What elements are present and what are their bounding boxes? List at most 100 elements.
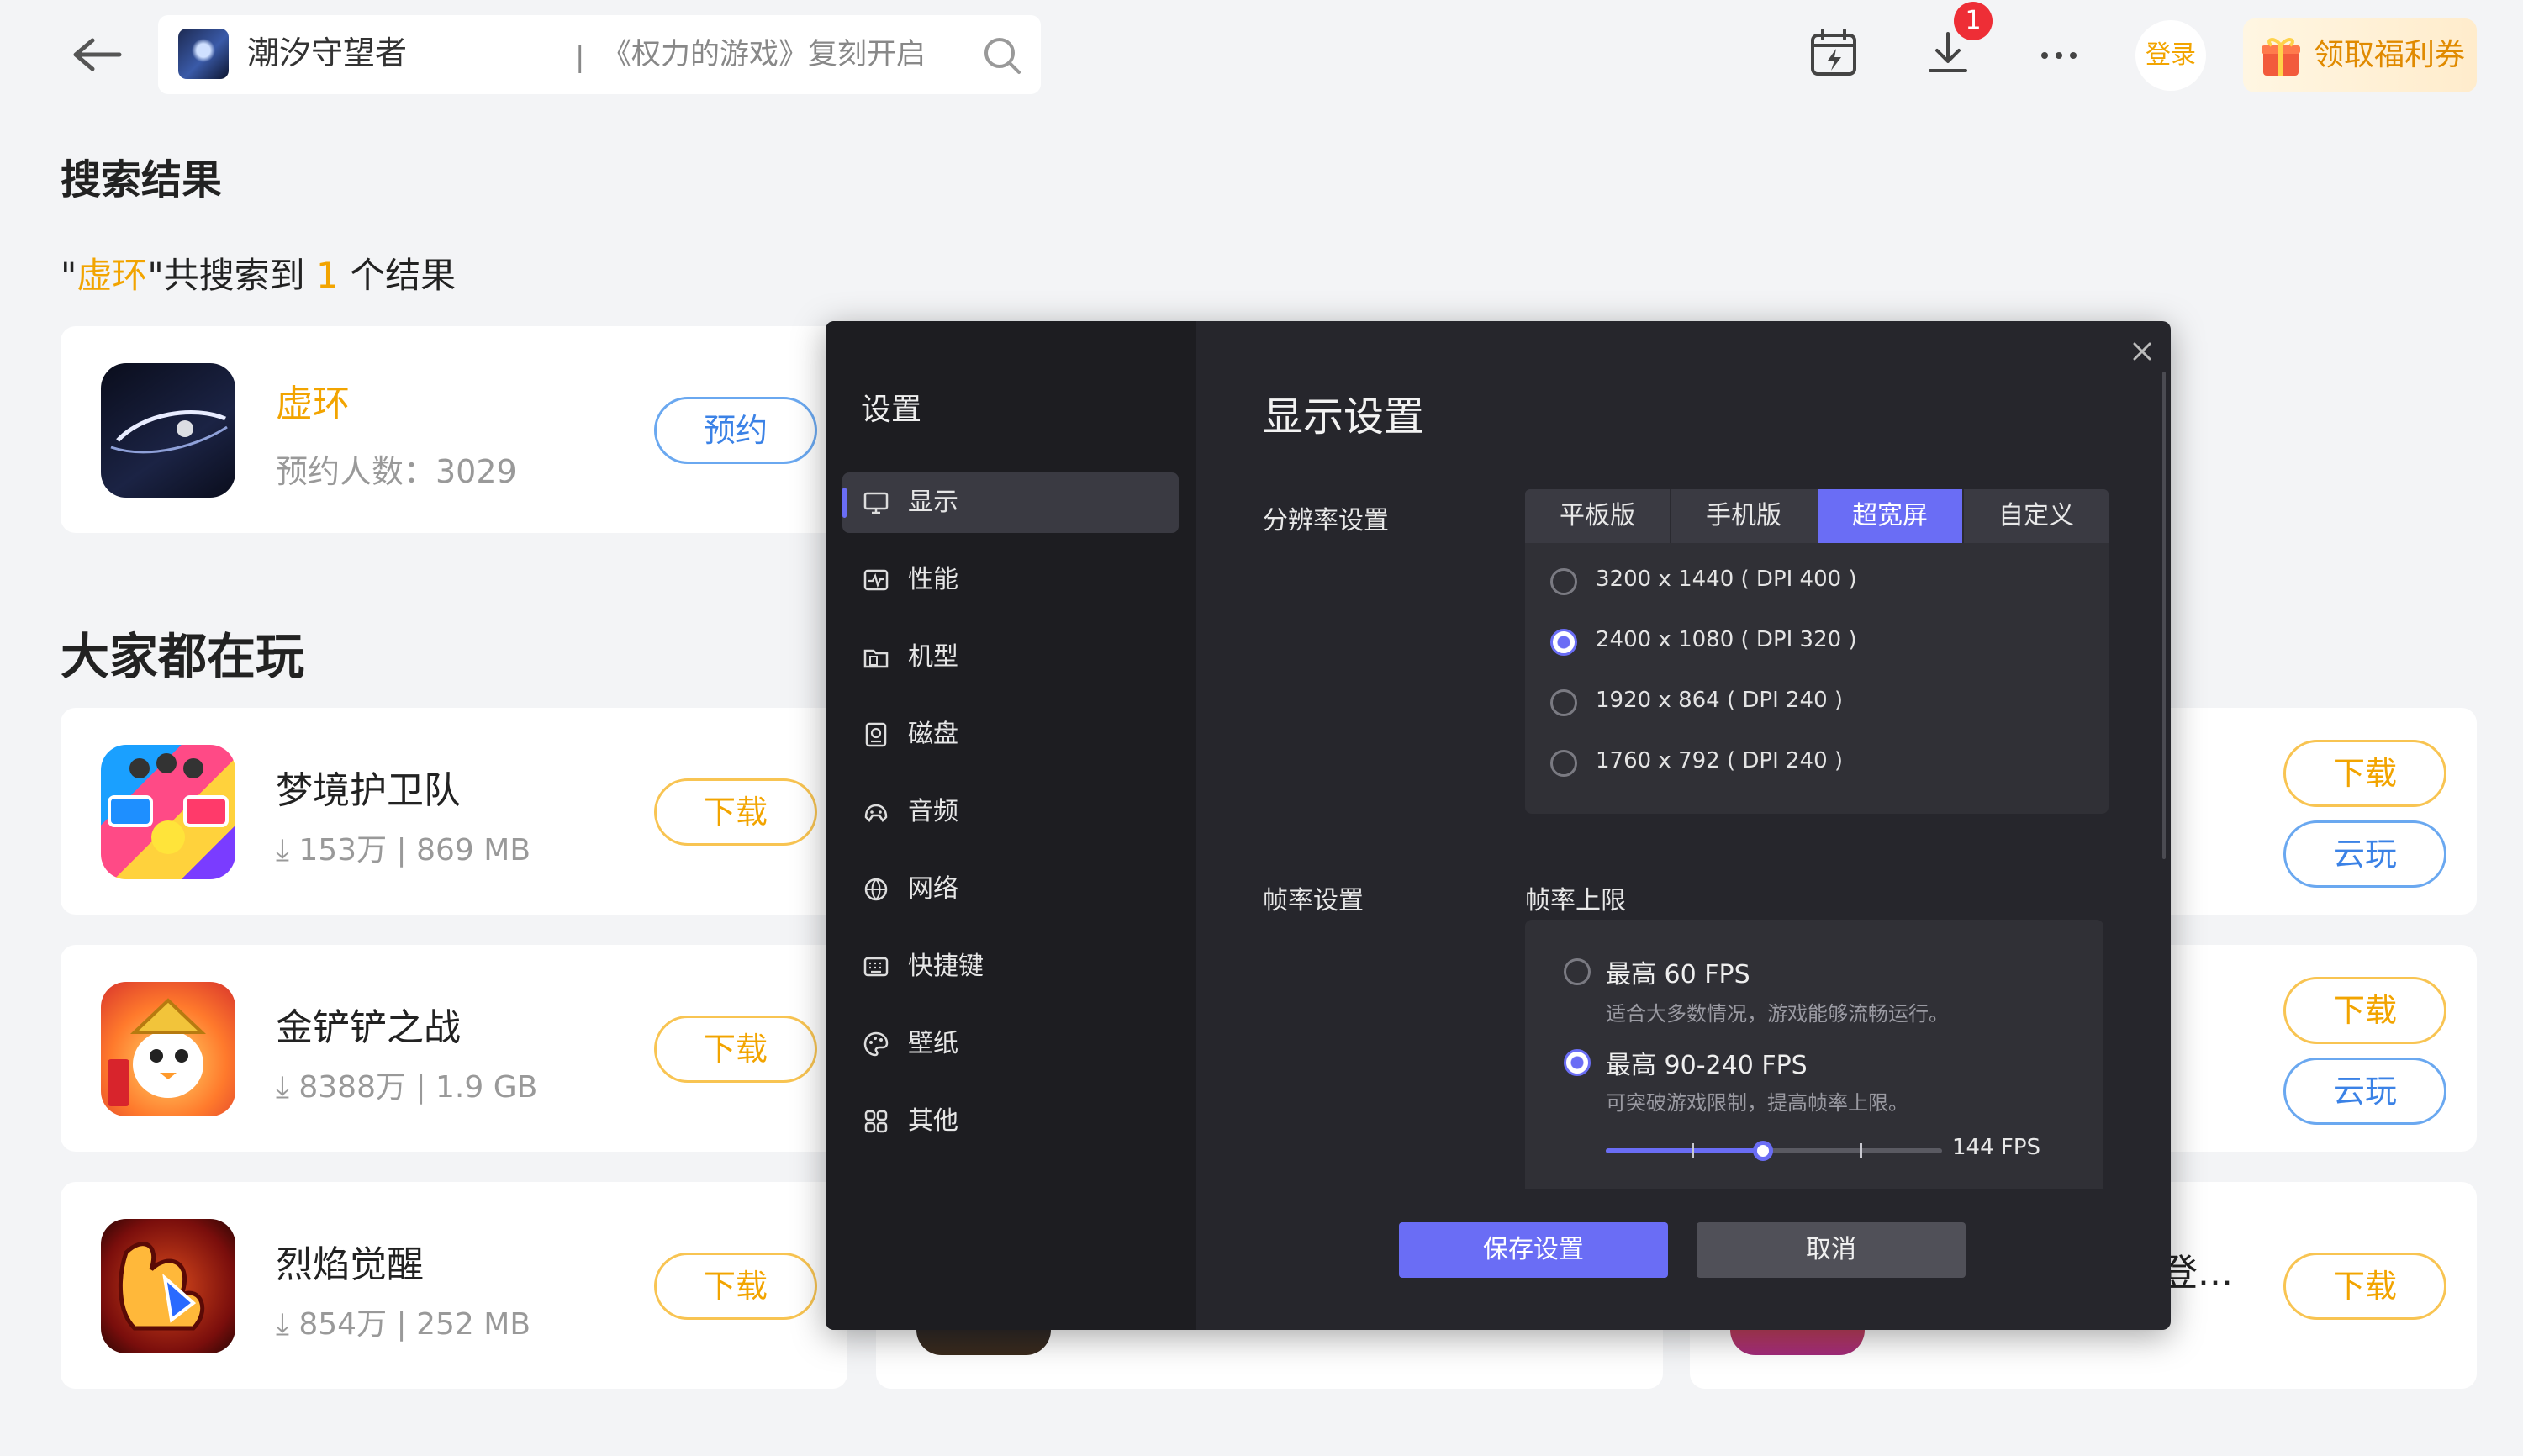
resolution-radio[interactable] xyxy=(1550,568,1577,595)
fps-option-name[interactable]: 最高 90-240 FPS xyxy=(1606,1044,1808,1081)
settings-modal: 设置 显示 性能 机型 磁盘 音频 网络 快捷键 壁纸 其他 显示设置 分辨率设… xyxy=(826,321,2171,1330)
resolution-radio[interactable] xyxy=(1550,750,1577,777)
resolution-tabs: 平板版 手机版 超宽屏 自定义 xyxy=(1525,489,2109,543)
reserve-count: 预约人数：3029 xyxy=(276,453,517,490)
disk-icon xyxy=(865,722,887,747)
coupon-label: 领取福利券 xyxy=(2314,38,2466,72)
nav-item-other[interactable]: 其他 xyxy=(842,1091,1179,1152)
tab-custom[interactable]: 自定义 xyxy=(1964,489,2109,543)
game-card[interactable]: 烈焰觉醒 ⤓ 854万 | 252 MB 下载 xyxy=(61,1182,847,1389)
cancel-button[interactable]: 取消 xyxy=(1697,1222,1966,1278)
resolution-options: 3200 x 1440 ( DPI 400 ) 2400 x 1080 ( DP… xyxy=(1525,543,2109,814)
login-button[interactable]: 登录 xyxy=(2135,20,2206,91)
game-icon-goldspatula xyxy=(101,982,235,1116)
reserve-button[interactable]: 预约 xyxy=(654,397,817,464)
download-button[interactable]: 下载 xyxy=(2283,740,2446,807)
back-arrow-icon[interactable] xyxy=(67,34,126,76)
search-keyword: 虚环 xyxy=(77,255,148,296)
performance-icon xyxy=(863,569,889,591)
fps-option-desc: 适合大多数情况，游戏能够流畅运行。 xyxy=(1606,1002,1949,1026)
popular-heading: 大家都在玩 xyxy=(61,628,305,685)
game-card[interactable]: 金铲铲之战 ⤓ 8388万 | 1.9 GB 下载 xyxy=(61,945,847,1152)
fps-slider-track[interactable] xyxy=(1606,1141,1942,1161)
scrollbar[interactable] xyxy=(2162,372,2166,859)
search-divider: | xyxy=(575,40,585,74)
fps-radio[interactable] xyxy=(1564,958,1591,985)
nav-item-display[interactable]: 显示 xyxy=(842,472,1179,533)
save-settings-button[interactable]: 保存设置 xyxy=(1399,1222,1668,1278)
gift-icon xyxy=(2262,38,2300,76)
resolution-radio[interactable] xyxy=(1550,689,1577,716)
tab-phone[interactable]: 手机版 xyxy=(1671,489,1816,543)
game-name-truncated[interactable]: 登... xyxy=(2161,1242,2233,1296)
resolution-option-label[interactable]: 3200 x 1440 ( DPI 400 ) xyxy=(1596,567,1857,592)
game-meta: ⤓ 854万 | 252 MB xyxy=(276,1307,531,1342)
calendar-flash-icon[interactable] xyxy=(1806,25,1861,81)
resolution-radio-selected[interactable] xyxy=(1550,629,1577,656)
download-button[interactable]: 下载 xyxy=(654,778,817,846)
game-name[interactable]: 烈焰觉醒 xyxy=(276,1234,424,1288)
fps-slider-tick xyxy=(1860,1143,1862,1158)
tab-ultrawide[interactable]: 超宽屏 xyxy=(1818,489,1962,543)
settings-sidebar-title: 设置 xyxy=(861,393,922,427)
settings-page-title: 显示设置 xyxy=(1263,393,1425,440)
nav-item-performance[interactable]: 性能 xyxy=(842,550,1179,610)
fps-options: 最高 60 FPS 适合大多数情况，游戏能够流畅运行。 最高 90-240 FP… xyxy=(1525,920,2103,1189)
search-game-title: 潮汐守望者 xyxy=(247,34,408,71)
fps-option-desc: 可突破游戏限制，提高帧率上限。 xyxy=(1606,1091,1908,1115)
search-results-heading: 搜索结果 xyxy=(61,156,223,203)
download-button[interactable]: 下载 xyxy=(654,1016,817,1083)
download-button[interactable]: 下载 xyxy=(2283,1253,2446,1320)
nav-item-network[interactable]: 网络 xyxy=(842,859,1179,920)
resolution-option-label[interactable]: 1920 x 864 ( DPI 240 ) xyxy=(1596,688,1843,713)
framerate-limit-label: 帧率上限 xyxy=(1525,886,1626,915)
grid-icon xyxy=(864,1110,888,1133)
game-meta: ⤓ 153万 | 869 MB xyxy=(276,833,531,868)
result-game-name[interactable]: 虚环 xyxy=(276,373,350,427)
close-icon[interactable] xyxy=(2127,336,2157,367)
audio-icon xyxy=(864,804,888,822)
fps-value: 144 FPS xyxy=(1952,1135,2041,1160)
game-name[interactable]: 金铲铲之战 xyxy=(276,997,461,1051)
fps-radio-selected[interactable] xyxy=(1564,1049,1591,1076)
nav-item-wallpaper[interactable]: 壁纸 xyxy=(842,1014,1179,1074)
settings-sidebar: 设置 显示 性能 机型 磁盘 音频 网络 快捷键 壁纸 其他 xyxy=(826,321,1196,1330)
monitor-icon xyxy=(863,492,889,514)
coupon-button[interactable]: 领取福利券 xyxy=(2243,18,2477,92)
result-card[interactable]: 虚环 预约人数：3029 预约 xyxy=(61,326,901,533)
fps-slider-handle[interactable] xyxy=(1753,1141,1773,1161)
search-icon[interactable] xyxy=(982,35,1022,76)
download-small-icon: ⤓ xyxy=(276,1070,289,1105)
network-icon xyxy=(864,878,888,901)
game-icon-xuhuan xyxy=(101,363,235,498)
nav-item-model[interactable]: 机型 xyxy=(842,627,1179,688)
resolution-option-label[interactable]: 2400 x 1080 ( DPI 320 ) xyxy=(1596,627,1857,652)
result-count: 1 xyxy=(316,255,339,296)
keyboard-icon xyxy=(863,957,889,977)
fps-slider-fill xyxy=(1606,1148,1763,1153)
download-button[interactable]: 下载 xyxy=(654,1253,817,1320)
search-game-thumbnail xyxy=(178,29,229,79)
cloud-play-button[interactable]: 云玩 xyxy=(2283,820,2446,888)
more-icon[interactable] xyxy=(2031,25,2087,81)
game-name[interactable]: 梦境护卫队 xyxy=(276,760,461,814)
game-card[interactable]: 梦境护卫队 ⤓ 153万 | 869 MB 下载 xyxy=(61,708,847,915)
active-indicator xyxy=(842,488,847,518)
nav-item-disk[interactable]: 磁盘 xyxy=(842,704,1179,765)
game-icon-flame-awakening xyxy=(101,1219,235,1353)
fps-option-name[interactable]: 最高 60 FPS xyxy=(1606,953,1750,990)
cloud-play-button[interactable]: 云玩 xyxy=(2283,1058,2446,1125)
game-icon-dreamguard xyxy=(101,745,235,879)
search-bar[interactable]: 潮汐守望者 | 《权力的游戏》复刻开启 xyxy=(158,15,1041,94)
resolution-label: 分辨率设置 xyxy=(1263,506,1389,535)
nav-item-shortcuts[interactable]: 快捷键 xyxy=(842,936,1179,997)
download-small-icon: ⤓ xyxy=(276,833,289,868)
tab-tablet[interactable]: 平板版 xyxy=(1525,489,1670,543)
search-hint-text: 《权力的游戏》复刻开启 xyxy=(602,38,926,71)
download-small-icon: ⤓ xyxy=(276,1307,289,1342)
results-summary: "虚环"共搜索到 1 个结果 xyxy=(61,255,457,296)
palette-icon xyxy=(863,1031,889,1057)
resolution-option-label[interactable]: 1760 x 792 ( DPI 240 ) xyxy=(1596,748,1843,773)
nav-item-audio[interactable]: 音频 xyxy=(842,782,1179,842)
download-button[interactable]: 下载 xyxy=(2283,977,2446,1044)
